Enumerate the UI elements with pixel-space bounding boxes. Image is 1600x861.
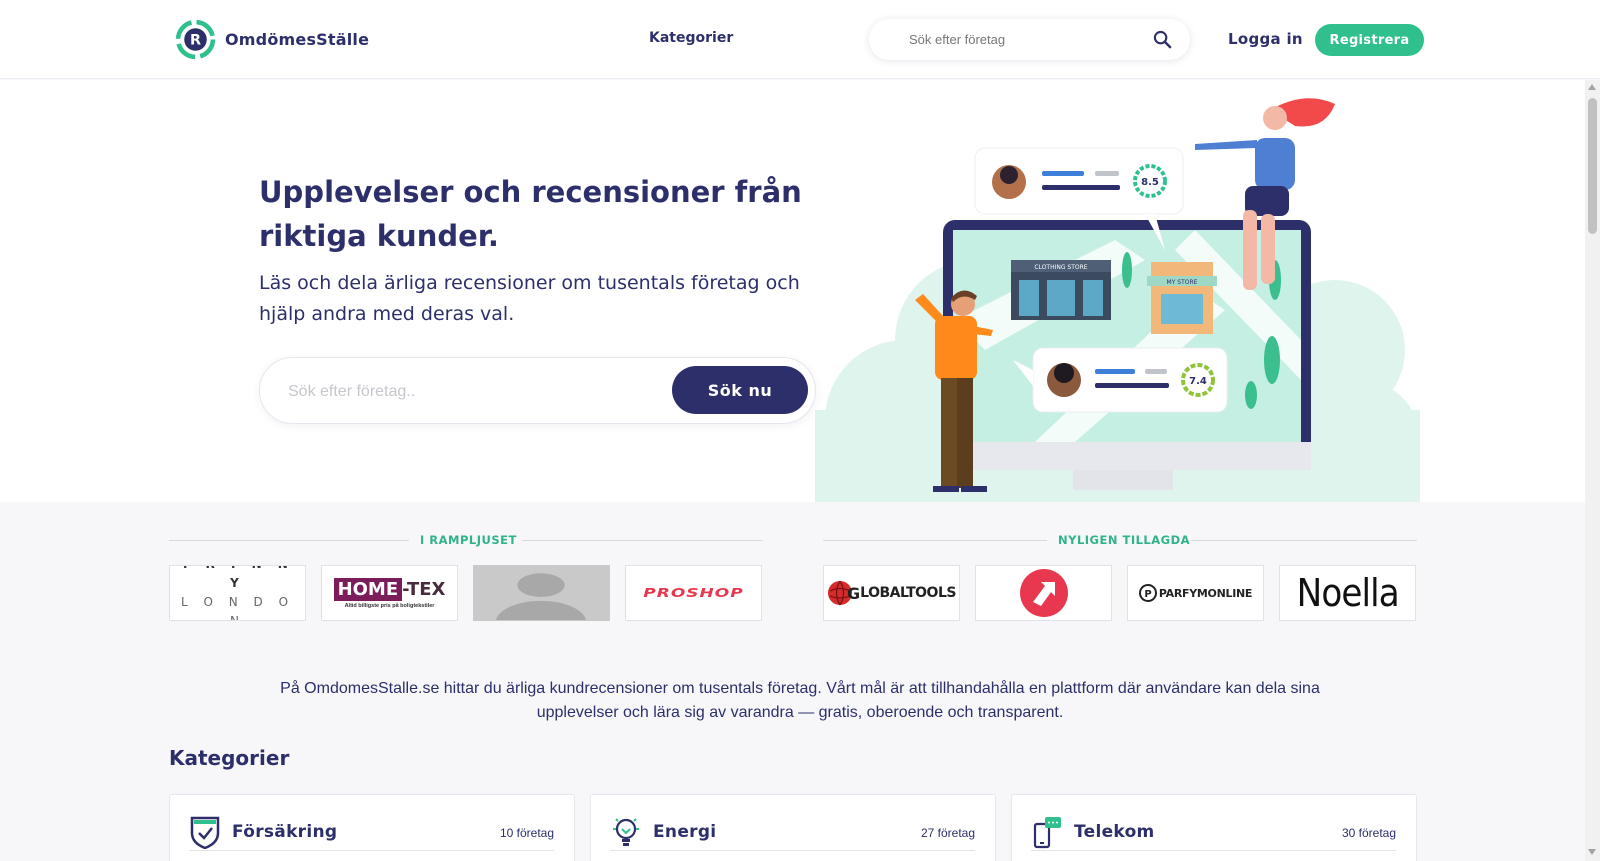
category-count: 27 företag bbox=[920, 826, 975, 840]
hometex-main: HOME bbox=[333, 577, 403, 601]
scroll-up-arrow-icon[interactable] bbox=[1588, 84, 1596, 90]
spotlight-divider-right bbox=[522, 540, 763, 541]
rating-value-bottom: 7.4 bbox=[1189, 376, 1207, 387]
page: R OmdömesStälle Kategorier Logga in Regi… bbox=[0, 0, 1600, 861]
globaltools-text: LOBALTOOLS bbox=[860, 585, 956, 601]
brand-logo-icon: R bbox=[175, 19, 216, 60]
recent-label: NYLIGEN TILLAGDA bbox=[1058, 533, 1191, 547]
spotlight-logo-trinny-london[interactable]: T R I N N Y L O N D O N bbox=[169, 565, 306, 621]
search-icon[interactable] bbox=[1153, 30, 1172, 49]
hero-section: Upplevelser och recensioner från riktiga… bbox=[0, 80, 1600, 502]
trinny-line-1: T R I N N Y bbox=[181, 566, 288, 590]
trinny-line-2: L O N D O N bbox=[180, 595, 295, 621]
category-name: Telekom bbox=[1074, 822, 1155, 842]
hero-search: Sök nu bbox=[259, 357, 816, 424]
svg-text:R: R bbox=[190, 33, 201, 49]
spotlight-logo-home-tex[interactable]: HOME -TEX Altid billigste pris på boligt… bbox=[321, 565, 458, 621]
hero-search-input[interactable] bbox=[288, 380, 648, 404]
spotlight-logo-proshop[interactable]: PROSHOP bbox=[625, 565, 762, 621]
category-divider bbox=[1031, 850, 1396, 851]
category-name: Försäkring bbox=[232, 822, 338, 842]
scroll-down-arrow-icon[interactable] bbox=[1588, 849, 1596, 855]
login-link[interactable]: Logga in bbox=[1228, 30, 1303, 48]
header-search-input[interactable] bbox=[909, 29, 1139, 49]
category-card-forsakring[interactable]: Försäkring 10 företag bbox=[169, 794, 575, 861]
noella-text: Noella bbox=[1296, 571, 1399, 615]
register-button[interactable]: Registrera bbox=[1315, 24, 1424, 56]
hero-subtitle: Läs och dela ärliga recensioner om tusen… bbox=[259, 272, 800, 325]
category-name: Energi bbox=[653, 822, 717, 842]
recent-divider-left bbox=[823, 540, 1047, 541]
proshop-text: PROSHOP bbox=[643, 585, 744, 601]
header-search bbox=[869, 19, 1190, 60]
about-text: På OmdomesStalle.se hittar du ärliga kun… bbox=[280, 680, 1320, 721]
recent-logo-parfymonline[interactable]: P PARFYMONLINE bbox=[1127, 565, 1264, 621]
illustration-store-2: MY STORE bbox=[1147, 262, 1217, 334]
spotlight-label: I RAMPLJUSET bbox=[420, 533, 517, 547]
recent-logo-globaltools[interactable]: G LOBALTOOLS bbox=[823, 565, 960, 621]
category-count: 30 företag bbox=[1341, 826, 1396, 840]
phone-chat-icon bbox=[1033, 817, 1061, 849]
site-header: R OmdömesStälle Kategorier Logga in Regi… bbox=[0, 0, 1600, 79]
parfym-p-icon: P bbox=[1138, 584, 1157, 602]
rating-value-top: 8.5 bbox=[1141, 177, 1159, 188]
spotlight-divider-left bbox=[169, 540, 409, 541]
recent-logo-red-arrow[interactable] bbox=[975, 565, 1112, 621]
page-scrollbar[interactable] bbox=[1585, 80, 1600, 861]
brand-name: OmdömesStälle bbox=[225, 30, 370, 49]
illustration-store-1: CLOTHING STORE bbox=[1011, 260, 1111, 320]
hero-title: Upplevelser och recensioner från riktiga… bbox=[259, 175, 802, 253]
red-arrow-logo-icon bbox=[1019, 569, 1068, 617]
hero-search-button[interactable]: Sök nu bbox=[672, 366, 808, 414]
category-card-telekom[interactable]: Telekom 30 företag bbox=[1011, 794, 1417, 861]
recent-divider-right bbox=[1191, 540, 1417, 541]
hometex-suffix: -TEX bbox=[402, 578, 446, 600]
scrollbar-thumb[interactable] bbox=[1588, 98, 1597, 234]
categories-heading: Kategorier bbox=[169, 746, 290, 770]
parfymonline-text: PARFYMONLINE bbox=[1158, 586, 1253, 600]
recent-logo-noella[interactable]: Noella bbox=[1279, 565, 1416, 621]
globaltools-initial: G bbox=[847, 583, 861, 603]
spotlight-logo-placeholder[interactable] bbox=[473, 565, 610, 621]
shield-check-icon bbox=[190, 816, 220, 849]
category-card-energi[interactable]: Energi 27 företag bbox=[590, 794, 996, 861]
placeholder-avatar-icon bbox=[496, 573, 587, 620]
store-sign-1: CLOTHING STORE bbox=[1034, 264, 1087, 271]
nav-categories-link[interactable]: Kategorier bbox=[649, 30, 733, 46]
category-divider bbox=[189, 850, 554, 851]
category-divider bbox=[610, 850, 975, 851]
lightbulb-icon bbox=[613, 818, 639, 846]
store-sign-2: MY STORE bbox=[1167, 279, 1198, 286]
category-count: 10 företag bbox=[499, 826, 554, 840]
svg-text:P: P bbox=[1144, 589, 1151, 600]
brand-logo[interactable]: R OmdömesStälle bbox=[175, 19, 369, 60]
hero-illustration: CLOTHING STORE MY STORE 8.5 7.4 bbox=[815, 98, 1420, 502]
hometex-tagline: Altid billigste pris på boligtekstiler bbox=[344, 602, 435, 609]
rating-bubble-bottom: 7.4 bbox=[1013, 347, 1228, 413]
